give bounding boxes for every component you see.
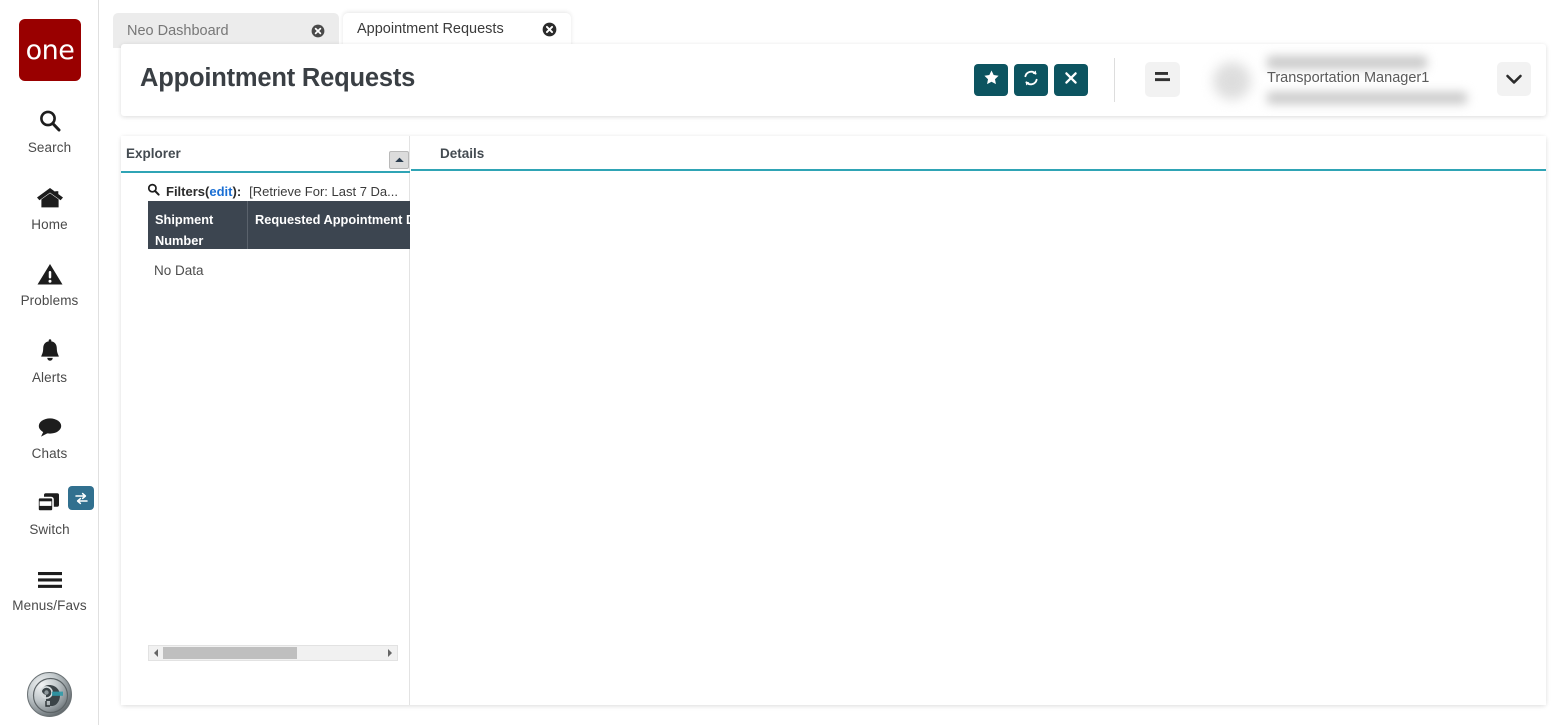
refresh-icon	[1022, 69, 1040, 92]
filters-value: [Retrieve For: Last 7 Da...	[249, 183, 398, 199]
sidebar-item-chats[interactable]: Chats	[0, 410, 99, 461]
close-button[interactable]	[1054, 64, 1088, 96]
close-circle-icon[interactable]	[542, 22, 557, 37]
user-name-redacted	[1267, 56, 1427, 69]
switch-windows-icon	[30, 486, 70, 520]
details-header	[411, 136, 1546, 171]
user-org-redacted	[1267, 92, 1467, 104]
tab-label: Neo Dashboard	[127, 22, 229, 39]
sidebar-item-menus-favs[interactable]: Menus/Favs	[0, 562, 99, 613]
details-panel: Details	[411, 136, 1546, 705]
refresh-button[interactable]	[1014, 64, 1048, 96]
filters-close-paren: ):	[232, 183, 242, 199]
workspace-card: Explorer Filters ( edit ): [Retrieve For…	[121, 136, 1546, 705]
bell-icon	[30, 334, 70, 368]
search-icon	[30, 104, 70, 138]
explorer-panel: Explorer Filters ( edit ): [Retrieve For…	[121, 136, 410, 705]
caret-right-icon[interactable]	[383, 646, 397, 660]
home-icon	[30, 181, 70, 215]
x-icon	[1063, 70, 1079, 91]
tab-appointment-requests[interactable]: Appointment Requests	[343, 13, 571, 48]
scrollbar-thumb[interactable]	[163, 647, 297, 659]
sidebar-item-home[interactable]: Home	[0, 181, 99, 232]
grid-header-row: Shipment Number Requested Appointment Da…	[148, 201, 410, 249]
column-header-shipment-number[interactable]: Shipment Number	[148, 201, 248, 249]
page-title: Appointment Requests	[140, 64, 416, 92]
one-logo[interactable]: one	[19, 19, 81, 81]
filters-bar[interactable]: Filters ( edit ): [Retrieve For: Last 7 …	[147, 183, 398, 199]
tab-bar: Neo Dashboard Appointment Requests	[99, 0, 1567, 48]
user-role-label: Transportation Manager1	[1267, 70, 1430, 86]
avatar	[1213, 62, 1251, 100]
explorer-title: Explorer	[126, 146, 181, 161]
caret-up-icon[interactable]	[389, 151, 409, 169]
tab-label: Appointment Requests	[357, 21, 504, 37]
sidebar-item-label: Switch	[29, 522, 70, 537]
sidebar-item-label: Alerts	[31, 370, 68, 385]
filters-label: Filters	[166, 183, 206, 199]
favorite-button[interactable]	[974, 64, 1008, 96]
app-root: one Search Home Problems Alerts Chats Sw…	[0, 0, 1567, 725]
chevron-down-icon[interactable]	[1497, 62, 1531, 96]
star-icon	[983, 69, 1000, 91]
column-header-requested-appointment-date[interactable]: Requested Appointment Date	[248, 201, 410, 249]
list-align-icon	[1153, 69, 1173, 90]
sidebar-item-search[interactable]: Search	[0, 104, 99, 155]
sidebar-item-problems[interactable]: Problems	[0, 257, 99, 308]
tab-neo-dashboard[interactable]: Neo Dashboard	[113, 13, 339, 48]
hamburger-icon	[30, 562, 70, 596]
user-menu[interactable]: Transportation Manager1	[1205, 48, 1535, 112]
close-circle-icon[interactable]	[310, 23, 325, 38]
sidebar-item-label: Home	[31, 217, 68, 232]
sidebar-item-label: Chats	[31, 446, 68, 461]
sidebar-item-label: Problems	[20, 293, 79, 308]
details-title: Details	[440, 146, 485, 161]
scrollbar-track[interactable]	[163, 646, 383, 660]
horizontal-scrollbar[interactable]	[148, 645, 398, 661]
logo-text: one	[25, 34, 75, 66]
sidebar-item-alerts[interactable]: Alerts	[0, 334, 99, 385]
grid-empty-message: No Data	[154, 263, 204, 278]
swap-arrows-icon[interactable]	[68, 486, 94, 510]
sidebar-item-label: Menus/Favs	[12, 598, 87, 613]
ai-assistant-orb-icon[interactable]	[27, 672, 72, 717]
header-divider	[1114, 58, 1115, 102]
chat-bubble-icon	[30, 410, 70, 444]
warning-triangle-icon	[30, 257, 70, 291]
menu-button[interactable]	[1145, 62, 1180, 97]
filters-edit-link[interactable]: edit	[209, 184, 232, 199]
sidebar-item-label: Search	[27, 140, 72, 155]
left-sidebar: one Search Home Problems Alerts Chats Sw…	[0, 0, 99, 725]
magnifier-icon	[147, 183, 160, 199]
caret-left-icon[interactable]	[149, 646, 163, 660]
